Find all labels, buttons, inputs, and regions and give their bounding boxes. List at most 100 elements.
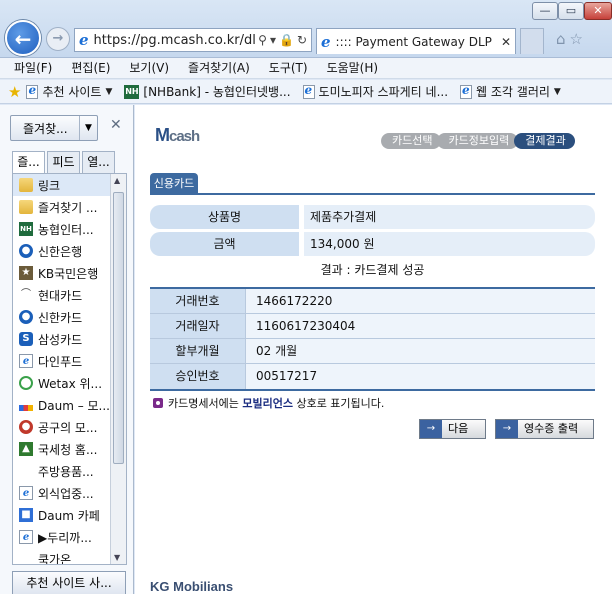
fav-recommended-sites[interactable]: 추천 사이트 ▼ bbox=[26, 83, 112, 100]
ie-page-icon: e bbox=[321, 32, 331, 51]
favorite-item-label: 즐겨찾기 ... bbox=[38, 200, 98, 215]
favorite-item-label: Daum 카페 bbox=[38, 508, 100, 523]
tab-favorites[interactable]: 즐... bbox=[12, 151, 45, 173]
lock-icon[interactable]: 🔒 bbox=[279, 33, 294, 47]
scroll-thumb[interactable] bbox=[113, 192, 124, 464]
tab-payment-gateway[interactable]: e :::: Payment Gateway DLP :::: ✕ bbox=[316, 28, 516, 54]
favorite-item-label: 신한은행 bbox=[38, 244, 83, 259]
favorites-dropdown[interactable]: 즐겨찾... ▼ bbox=[10, 115, 98, 141]
browser-title-bar: — ▭ ✕ ← → e https://pg.mcash.co.kr/dlp ⚲… bbox=[0, 0, 612, 58]
kuk-icon bbox=[19, 552, 33, 564]
arrow-right-icon: → bbox=[496, 420, 518, 438]
hyundai-icon: ⌒ bbox=[21, 289, 31, 300]
back-button[interactable]: ← bbox=[5, 20, 41, 56]
favorite-item-label: 외식업중... bbox=[38, 486, 94, 501]
maximize-button[interactable]: ▭ bbox=[558, 2, 584, 20]
menu-edit[interactable]: 편집(E) bbox=[71, 58, 110, 78]
menu-favorites[interactable]: 즐겨찾기(A) bbox=[188, 58, 250, 78]
fav-domino[interactable]: 도미노피자 스파게티 네... bbox=[302, 83, 449, 100]
print-receipt-label: 영수증 출력 bbox=[524, 422, 579, 435]
favorites-star-icon[interactable]: ☆ bbox=[570, 30, 587, 48]
recommended-sites-button[interactable]: 추천 사이트 사... bbox=[12, 571, 126, 594]
product-label: 상품명 bbox=[150, 205, 299, 229]
shinhan-icon: ● bbox=[19, 310, 33, 324]
statement-notice: 카드명세서에는 모빌리언스 상호로 표기됩니다. bbox=[153, 395, 384, 411]
folder-icon bbox=[19, 200, 33, 214]
favorite-item-label: 쿡가온 bbox=[38, 552, 72, 565]
new-tab-button[interactable] bbox=[520, 28, 544, 54]
transaction-details-table: 거래번호 1466172220 거래일자 1160617230404 할부개월 02 개월… bbox=[150, 287, 595, 391]
favorites-scrollbar[interactable]: ▲ ▼ bbox=[110, 174, 126, 564]
menu-help[interactable]: 도움말(H) bbox=[327, 58, 379, 78]
tax-icon: ▲ bbox=[19, 442, 33, 456]
fav-nhbank[interactable]: NH [NHBank] - 농협인터넷뱅... bbox=[124, 83, 291, 100]
arrow-right-icon: → bbox=[52, 31, 64, 46]
dain-icon: e bbox=[19, 530, 33, 544]
favorite-item-label: 신한카드 bbox=[38, 310, 83, 325]
dain-icon: e bbox=[19, 354, 33, 368]
fav-label: 추천 사이트 bbox=[42, 85, 102, 99]
page-icon bbox=[26, 83, 39, 99]
page-icon bbox=[302, 83, 315, 99]
close-tab-icon[interactable]: ✕ bbox=[501, 35, 511, 49]
detail-label: 거래일자 bbox=[150, 314, 246, 338]
amount-row: 금액 134,000 원 bbox=[150, 232, 595, 256]
address-bar[interactable]: e https://pg.mcash.co.kr/dlp ⚲ ▾ 🔒 ↻ bbox=[74, 28, 312, 52]
chevron-down-icon: ▼ bbox=[553, 86, 561, 97]
favorite-item-label: 현대카드 bbox=[38, 288, 83, 303]
forward-button[interactable]: → bbox=[46, 27, 70, 51]
tab-underline bbox=[150, 193, 595, 195]
close-pane-icon[interactable]: ✕ bbox=[110, 117, 122, 133]
payment-steps: 카드선택 카드정보입력 결제결과 bbox=[381, 133, 575, 149]
favorites-star-icon[interactable]: ★ bbox=[8, 83, 21, 101]
step-card-select: 카드선택 bbox=[381, 133, 442, 149]
favorite-item-label: Wetax 위... bbox=[38, 376, 103, 391]
scroll-up-icon[interactable]: ▲ bbox=[114, 176, 120, 185]
wetax-icon bbox=[19, 376, 33, 390]
notice-text-pre: 카드명세서에는 bbox=[168, 397, 239, 410]
payment-result-text: 결과 : 카드결제 성공 bbox=[320, 263, 425, 277]
page-icon bbox=[460, 83, 473, 99]
favorite-item-label: ▶두리까... bbox=[38, 530, 92, 545]
fav-label: 웹 조각 갤러리 bbox=[476, 85, 550, 99]
address-url[interactable]: https://pg.mcash.co.kr/dlp bbox=[94, 33, 256, 48]
menu-view[interactable]: 보기(V) bbox=[129, 58, 169, 78]
menu-file[interactable]: 파일(F) bbox=[14, 58, 52, 78]
step-payment-result: 결제결과 bbox=[514, 133, 575, 149]
tab-feeds[interactable]: 피드 bbox=[47, 151, 80, 173]
scroll-down-icon[interactable]: ▼ bbox=[114, 553, 120, 562]
arrow-left-icon: ← bbox=[14, 27, 32, 51]
detail-value: 1160617230404 bbox=[246, 314, 595, 338]
tab-credit-card[interactable]: 신용카드 bbox=[150, 173, 198, 194]
detail-label: 승인번호 bbox=[150, 364, 246, 389]
detail-label: 할부개월 bbox=[150, 339, 246, 363]
fav-web-slice-gallery[interactable]: 웹 조각 갤러리 ▼ bbox=[460, 83, 561, 100]
menu-bar: 파일(F) 편집(E) 보기(V) 즐겨찾기(A) 도구(T) 도움말(H) bbox=[0, 58, 612, 79]
chevron-down-icon[interactable]: ▼ bbox=[79, 116, 97, 140]
minimize-button[interactable]: — bbox=[532, 2, 558, 20]
daum-icon bbox=[19, 405, 33, 411]
favorite-item-label: 삼성카드 bbox=[38, 332, 83, 347]
fav-label: 도미노피자 스파게티 네... bbox=[318, 85, 449, 99]
pane-tabs: 즐... 피드 열... bbox=[12, 151, 117, 173]
favorite-item-label: KB국민은행 bbox=[38, 266, 99, 281]
tab-title: :::: Payment Gateway DLP :::: bbox=[335, 34, 497, 49]
close-window-button[interactable]: ✕ bbox=[584, 2, 612, 20]
samsung-icon: S bbox=[19, 332, 33, 346]
favorite-item-label: 국세청 홈... bbox=[38, 442, 98, 457]
tab-history[interactable]: 열... bbox=[82, 151, 115, 173]
refresh-icon[interactable]: ↻ bbox=[297, 33, 307, 47]
ie-page-icon: e bbox=[79, 31, 89, 49]
folder-icon bbox=[19, 178, 33, 192]
product-value: 제품추가결제 bbox=[304, 205, 595, 229]
dropdown-icon[interactable]: ▾ bbox=[270, 33, 276, 47]
search-icon[interactable]: ⚲ bbox=[258, 33, 267, 47]
next-button[interactable]: → 다음 bbox=[419, 419, 486, 439]
favorites-pane: 즐겨찾... ▼ ✕ 즐... 피드 열... 링크 즐겨찾기 ... NH 농협인터… bbox=[0, 105, 134, 594]
next-button-label: 다음 bbox=[448, 422, 469, 435]
home-icon[interactable]: ⌂ bbox=[556, 30, 570, 48]
detail-label: 거래번호 bbox=[150, 289, 246, 313]
menu-tools[interactable]: 도구(T) bbox=[269, 58, 308, 78]
print-receipt-button[interactable]: → 영수증 출력 bbox=[495, 419, 594, 439]
notice-bullet-icon bbox=[153, 398, 163, 408]
